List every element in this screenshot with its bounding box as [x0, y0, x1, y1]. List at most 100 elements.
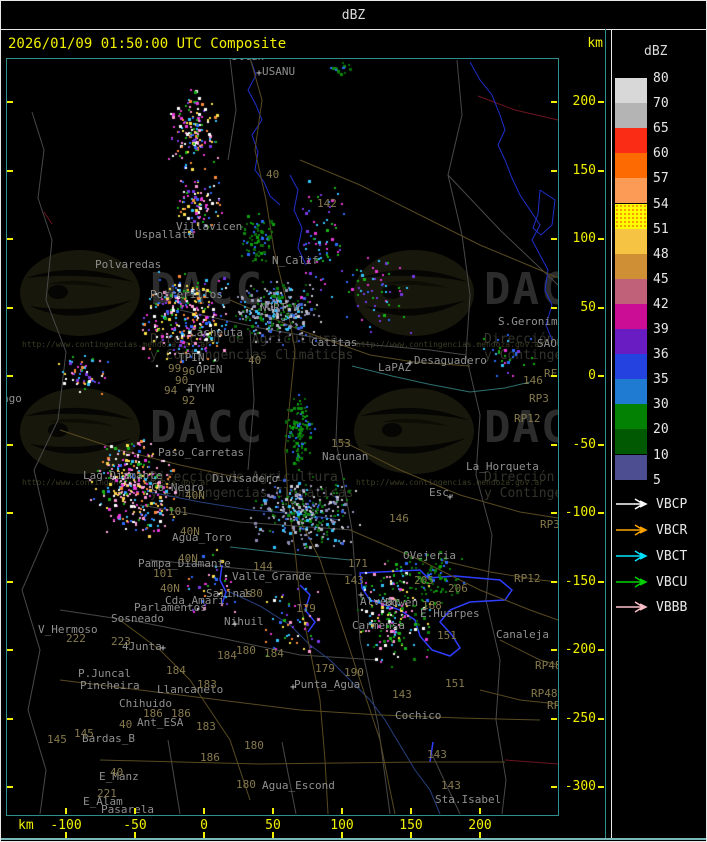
place-label: Sta.Isabel: [435, 794, 501, 805]
colorbar-swatch: [615, 379, 647, 404]
place-label: Pasarela: [101, 804, 154, 814]
road-label: 222: [66, 633, 86, 644]
vbcp-arrow-icon: [615, 498, 649, 510]
legend-label: VBCR: [656, 524, 687, 537]
place-label: Lag.Diamante: [83, 470, 162, 481]
road-label: 184: [217, 650, 237, 661]
place-label: Divisadero: [212, 473, 278, 484]
road-label: 180: [236, 779, 256, 790]
colorbar-swatch: [615, 204, 647, 229]
road-label: 183: [197, 679, 217, 690]
road-label: 186: [171, 708, 191, 719]
place-label: Potrerillos: [150, 289, 223, 300]
road-label: 40: [266, 169, 279, 180]
colorbar-boundary-label: 5: [653, 474, 661, 487]
panel-divider-teal: [605, 29, 606, 838]
road-label: RP3: [529, 393, 549, 404]
place-label: Carmensa: [352, 620, 405, 631]
road-label: 188: [422, 600, 442, 611]
place-label: Uspallata: [135, 229, 195, 240]
legend-label: VBCU: [656, 576, 687, 589]
bottom-border-line: [1, 838, 706, 840]
colorbar-boundary-label: 70: [653, 97, 669, 110]
colorbar-swatch: [615, 103, 647, 128]
road-label: 99: [168, 363, 181, 374]
colorbar-swatch: [615, 304, 647, 329]
station-marker: +: [186, 387, 192, 395]
place-label: Polvaredas: [95, 259, 161, 270]
colorbar-boundary-label: 65: [653, 122, 669, 135]
road-label: 153: [331, 438, 351, 449]
road-label: 206: [448, 583, 468, 594]
road-label: RP12: [514, 413, 541, 424]
road-label: 183: [196, 721, 216, 732]
place-label: OVejeria: [403, 550, 456, 561]
road-label: RP12: [514, 573, 541, 584]
place-label: Sosneado: [111, 613, 164, 624]
colorbar-swatch: [615, 279, 647, 304]
legend-label: VBCP: [656, 498, 687, 511]
colorbar-swatch: [615, 153, 647, 178]
road-label: 146: [389, 513, 409, 524]
place-label: Nacunan: [322, 451, 368, 462]
road-label: 151: [445, 678, 465, 689]
legend-label: VBCT: [656, 550, 687, 563]
colorbar-swatch: [615, 178, 647, 203]
road-label: 101: [153, 568, 173, 579]
timestamp-label: 2026/01/09 01:50:00 UTC Composite: [8, 36, 286, 52]
colorbar-boundary-label: 54: [653, 198, 669, 211]
colorbar-boundary-label: 30: [653, 398, 669, 411]
road-label: 221: [97, 788, 117, 799]
road-label: 143: [344, 575, 364, 586]
place-label: Ullun: [231, 59, 264, 62]
colorbar-boundary-label: 51: [653, 223, 669, 236]
road-label: RF3: [544, 368, 558, 379]
road-label: 184: [166, 665, 186, 676]
colorbar-boundary-label: 42: [653, 298, 669, 311]
road-label: 145: [47, 734, 67, 745]
place-label: P.Juncal: [78, 668, 131, 679]
road-label: 171: [348, 558, 368, 569]
place-label: Paso_Carretas: [158, 447, 244, 458]
road-label: 142: [317, 198, 337, 209]
road-label: 101: [168, 506, 188, 517]
road-label: 143: [427, 749, 447, 760]
colorbar-swatch: [615, 78, 647, 103]
colorbar-boundary-label: 48: [653, 248, 669, 261]
place-label: Nihuil: [224, 616, 264, 627]
road-label: RP48: [531, 688, 558, 699]
place-label: USANU: [262, 66, 295, 77]
road-label: 179: [315, 663, 335, 674]
road-label: RP48: [535, 660, 558, 671]
place-label: Desaguadero: [414, 355, 487, 366]
place-label: OPEN: [196, 364, 223, 375]
road-label: 40N: [178, 553, 198, 564]
y-axis-unit: km: [569, 37, 603, 50]
place-label: Canaleja: [496, 629, 549, 640]
station-marker: +: [290, 684, 296, 692]
road-label: 143: [441, 780, 461, 791]
radar-map[interactable]: DACCDirección de Agriculturay Contingenc…: [7, 59, 558, 814]
colorbar-boundary-label: 35: [653, 373, 669, 386]
road-label: 205: [414, 575, 434, 586]
place-label: Catitas: [311, 337, 357, 348]
road-label: 143: [392, 689, 412, 700]
x-axis-unit: km: [18, 819, 34, 832]
road-label: 184: [264, 648, 284, 659]
vbcr-arrow-icon: [615, 524, 649, 536]
road-label: 180: [244, 740, 264, 751]
colorbar-boundary-label: 45: [653, 273, 669, 286]
road-label: 146: [523, 375, 543, 386]
road-label: RP8: [547, 700, 558, 711]
road-label: 40: [248, 355, 261, 366]
place-label: S.Geronimo: [498, 316, 558, 327]
road-label: 179: [296, 603, 316, 614]
radar-app-window: dBZ 2026/01/09 01:50:00 UTC Composite km…: [0, 0, 707, 842]
place-label: Bowen: [385, 597, 418, 608]
place-label: SAOU: [537, 338, 558, 349]
colorbar-boundary-label: 39: [653, 323, 669, 336]
place-label: ago: [7, 393, 22, 404]
road-label: 40N: [185, 490, 205, 501]
road-label: 40: [110, 767, 123, 778]
colorbar-boundary-label: 10: [653, 449, 669, 462]
